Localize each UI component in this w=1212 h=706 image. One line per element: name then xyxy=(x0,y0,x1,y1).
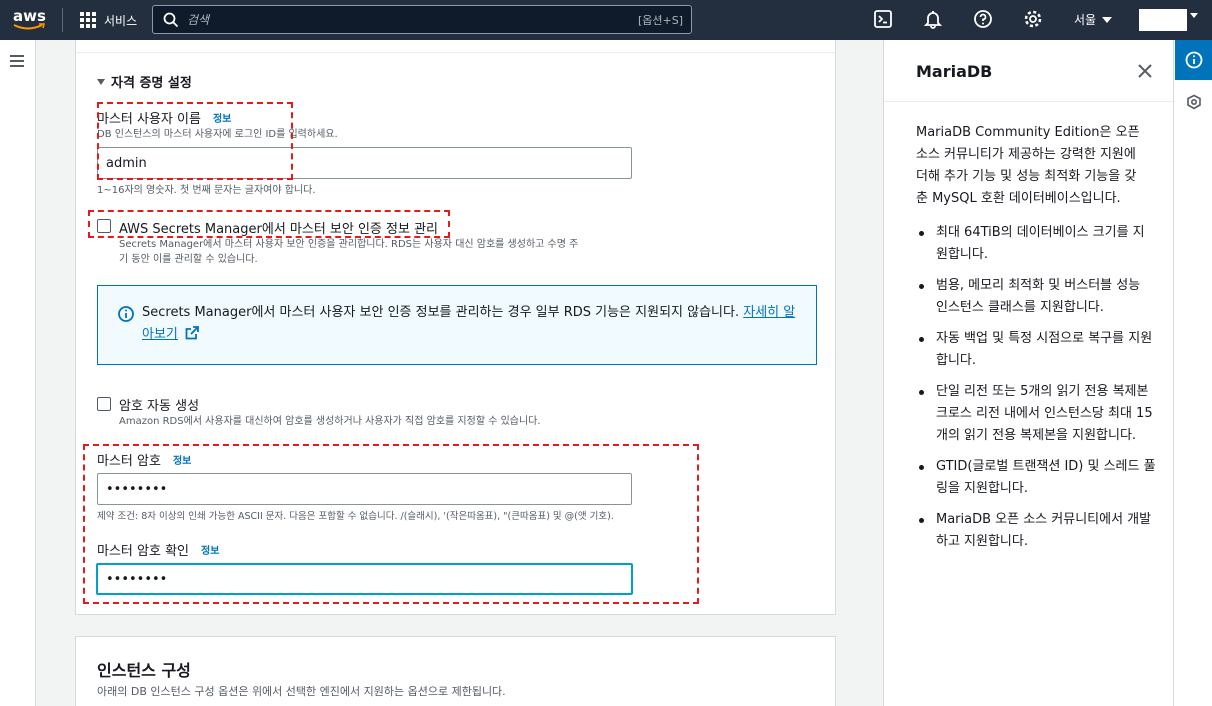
master-password-info-link[interactable]: 정보 xyxy=(173,452,191,467)
help-panel-title: MariaDB xyxy=(916,62,993,81)
gear-icon[interactable] xyxy=(1023,9,1043,29)
region-label: 서울 xyxy=(1074,13,1097,27)
help-panel-intro: MariaDB Community Edition은 오픈 소스 커뮤니티가 제… xyxy=(916,125,1140,206)
region-selector[interactable]: 서울 xyxy=(1074,11,1113,28)
right-tools-rail xyxy=(1173,40,1212,706)
aws-logo-text: aws xyxy=(13,7,46,25)
instance-configuration-title: 인스턴스 구성 xyxy=(97,661,191,680)
secrets-manager-checkbox-label[interactable]: AWS Secrets Manager에서 마스터 보안 인증 정보 관리 xyxy=(119,218,438,237)
panel-divider xyxy=(76,52,835,53)
master-password-input[interactable] xyxy=(97,473,632,505)
list-item: MariaDB 오픈 소스 커뮤니티에서 개발하고 지원합니다. xyxy=(916,509,1156,553)
notifications-bell-icon[interactable] xyxy=(923,9,943,29)
secrets-manager-description-line2: 기 동안 이를 관리할 수 있습니다. xyxy=(119,254,258,265)
confirm-password-info-link[interactable]: 정보 xyxy=(201,542,219,557)
shield-icon[interactable] xyxy=(1186,94,1202,110)
main-content: 자격 증명 설정 마스터 사용자 이름 정보 DB 인스턴스의 마스터 사용자에… xyxy=(37,40,883,706)
credentials-panel: 자격 증명 설정 마스터 사용자 이름 정보 DB 인스턴스의 마스터 사용자에… xyxy=(75,40,836,615)
services-menu-button[interactable]: 서비스 xyxy=(80,10,137,30)
help-panel-divider xyxy=(884,101,1174,102)
auto-generate-password-label[interactable]: 암호 자동 생성 xyxy=(119,395,199,414)
grid-icon xyxy=(80,12,96,28)
master-username-description: DB 인스턴스의 마스터 사용자에 로그인 ID를 입력하세요. xyxy=(97,129,338,140)
master-username-label: 마스터 사용자 이름 xyxy=(97,112,201,127)
credentials-section-title: 자격 증명 설정 xyxy=(111,76,192,91)
auto-generate-password-description: Amazon RDS에서 사용자를 대신하여 암호를 생성하거나 사용자가 직접… xyxy=(119,416,541,427)
confirm-password-label-row: 마스터 암호 확인 정보 xyxy=(97,540,219,559)
list-item: 최대 64TiB의 데이터베이스 크기를 지원합니다. xyxy=(916,222,1156,266)
alert-message: Secrets Manager에서 마스터 사용자 보안 인증 정보를 관리하는… xyxy=(142,302,802,346)
account-menu[interactable] xyxy=(1138,8,1188,32)
info-circle-icon xyxy=(118,306,134,322)
help-panel: MariaDB MariaDB Community Edition은 오픈 소스… xyxy=(883,40,1174,706)
confirm-password-label: 마스터 암호 확인 xyxy=(97,544,189,559)
master-password-constraint: 제약 조건: 8자 이상의 인쇄 가능한 ASCII 문자. 다음은 포함할 수… xyxy=(97,511,614,522)
topbar-divider xyxy=(62,8,63,32)
master-username-info-link[interactable]: 정보 xyxy=(213,110,231,125)
info-panel-tab[interactable] xyxy=(1175,40,1212,80)
close-icon[interactable] xyxy=(1136,62,1154,80)
master-username-input[interactable] xyxy=(97,147,632,179)
info-icon xyxy=(1185,51,1203,69)
help-panel-feature-list: 최대 64TiB의 데이터베이스 크기를 지원합니다. 범용, 메모리 최적화 … xyxy=(916,222,1156,562)
search-input[interactable] xyxy=(187,10,607,30)
secrets-manager-checkbox[interactable] xyxy=(97,219,111,233)
left-navigation xyxy=(0,40,36,706)
list-item: 범용, 메모리 최적화 및 버스터블 성능 인스턴스 클래스를 지원합니다. xyxy=(916,275,1156,319)
list-item: GTID(글로벌 트랜잭션 ID) 및 스레드 풀링을 지원합니다. xyxy=(916,456,1156,500)
cloudshell-icon[interactable] xyxy=(873,9,893,29)
instance-configuration-description: 아래의 DB 인스턴스 구성 옵션은 위에서 선택한 엔진에서 지원하는 옵션으… xyxy=(97,685,506,698)
list-item: 단일 리전 또는 5개의 읽기 전용 복제본 크로스 리전 내에서 인스턴스당 … xyxy=(916,381,1156,447)
secrets-manager-description-line1: Secrets Manager에서 마스터 사용자 보안 인증을 관리합니다. … xyxy=(119,239,579,250)
hamburger-menu-icon[interactable] xyxy=(9,54,25,68)
search-box[interactable]: [옵션+S] xyxy=(152,5,692,34)
search-shortcut: [옵션+S] xyxy=(637,14,683,27)
secrets-manager-info-alert: Secrets Manager에서 마스터 사용자 보안 인증 정보를 관리하는… xyxy=(97,285,817,365)
auto-generate-password-checkbox[interactable] xyxy=(97,397,111,411)
instance-configuration-panel: 인스턴스 구성 아래의 DB 인스턴스 구성 옵션은 위에서 선택한 엔진에서 … xyxy=(75,636,836,706)
services-label: 서비스 xyxy=(104,13,138,28)
caret-down-icon xyxy=(1102,16,1113,23)
master-username-label-row: 마스터 사용자 이름 정보 xyxy=(97,108,231,127)
confirm-password-input[interactable] xyxy=(96,563,633,595)
master-username-hint: 1~16자의 영숫자. 첫 번째 문자는 글자여야 합니다. xyxy=(97,185,316,196)
help-icon[interactable] xyxy=(973,9,993,29)
aws-smile-icon xyxy=(13,23,46,30)
caret-down-icon xyxy=(97,78,105,85)
top-navigation-bar: aws 서비스 [옵션+S] 서울 xyxy=(0,0,1212,40)
master-password-label-row: 마스터 암호 정보 xyxy=(97,450,191,469)
alert-text: Secrets Manager에서 마스터 사용자 보안 인증 정보를 관리하는… xyxy=(142,305,744,320)
master-password-label: 마스터 암호 xyxy=(97,454,161,469)
aws-logo[interactable]: aws xyxy=(13,8,47,32)
list-item: 자동 백업 및 특정 시점으로 복구를 지원합니다. xyxy=(916,328,1156,372)
credentials-section-toggle[interactable]: 자격 증명 설정 xyxy=(97,72,192,91)
account-caret-icon xyxy=(1190,13,1198,18)
search-icon xyxy=(163,12,179,28)
external-link-icon[interactable] xyxy=(185,326,199,340)
